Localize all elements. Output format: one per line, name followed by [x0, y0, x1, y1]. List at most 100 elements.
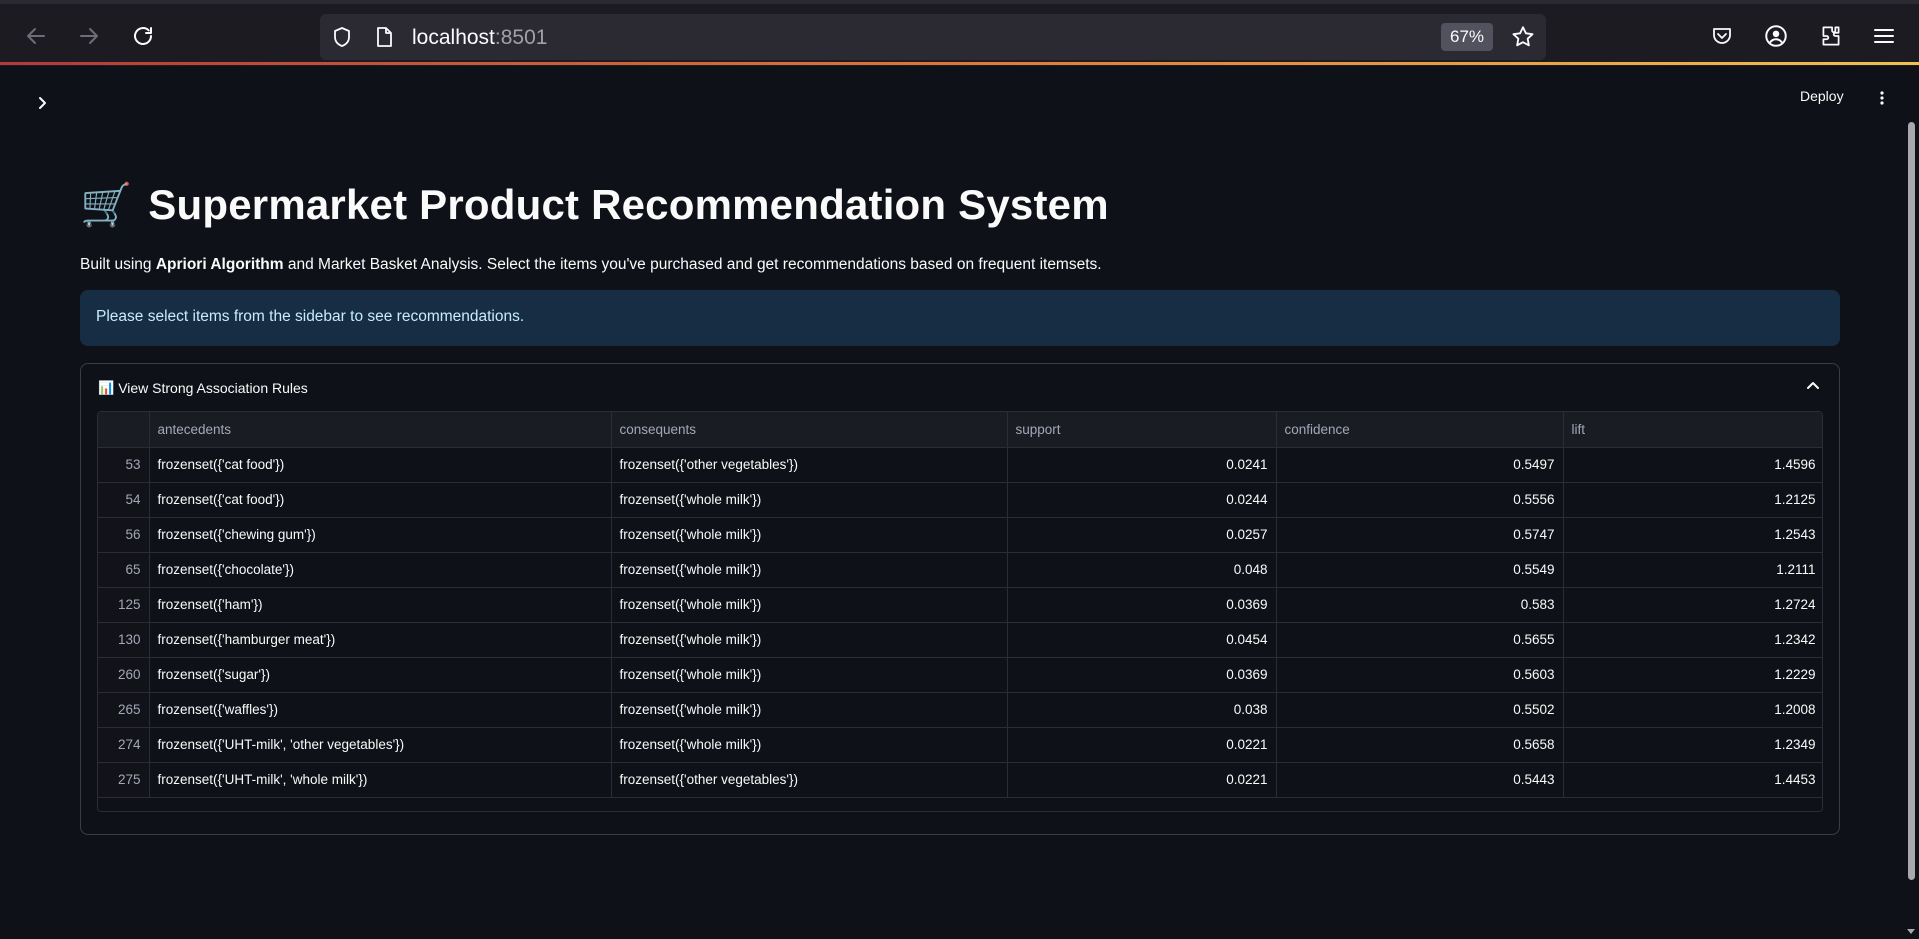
support-cell[interactable]: 0.0241	[1007, 447, 1277, 483]
confidence-cell[interactable]: 0.5655	[1276, 622, 1564, 658]
table-row[interactable]: 65 frozenset({'chocolate'}) frozenset({'wh…	[98, 552, 1822, 588]
table-row[interactable]: 275 frozenset({'UHT-milk', 'whole milk'})…	[98, 762, 1822, 798]
deploy-button[interactable]: Deploy	[1800, 88, 1844, 104]
table-row[interactable]: 56 frozenset({'chewing gum'}) frozenset({'…	[98, 517, 1822, 553]
index-column-header	[98, 412, 150, 448]
antecedents-cell[interactable]: frozenset({'hamburger meat'})	[149, 622, 612, 658]
column-header-consequents[interactable]: consequents	[611, 412, 1008, 448]
table-row[interactable]: 53 frozenset({'cat food'}) frozenset({'oth…	[98, 447, 1822, 483]
antecedents-cell[interactable]: frozenset({'chewing gum'})	[149, 517, 612, 553]
support-cell[interactable]: 0.048	[1007, 552, 1277, 588]
table-row[interactable]: 265 frozenset({'waffles'}) frozenset({'who…	[98, 692, 1822, 728]
confidence-cell[interactable]: 0.5556	[1276, 482, 1564, 518]
account-icon[interactable]	[1763, 23, 1789, 49]
row-index[interactable]: 274	[98, 727, 150, 763]
url-host: localhost	[412, 26, 495, 49]
rules-dataframe[interactable]: antecedents consequents support confiden…	[97, 411, 1823, 812]
antecedents-cell[interactable]: frozenset({'cat food'})	[149, 482, 612, 518]
column-header-confidence[interactable]: confidence	[1276, 412, 1564, 448]
confidence-cell[interactable]: 0.5502	[1276, 692, 1564, 728]
lift-cell[interactable]: 1.2724	[1563, 587, 1822, 623]
back-button[interactable]	[16, 16, 56, 56]
lift-cell[interactable]: 1.2543	[1563, 517, 1822, 553]
antecedents-cell[interactable]: frozenset({'sugar'})	[149, 657, 612, 693]
table-row[interactable]: 130 frozenset({'hamburger meat'}) frozense…	[98, 622, 1822, 658]
row-index[interactable]: 265	[98, 692, 150, 728]
lift-cell[interactable]: 1.2349	[1563, 727, 1822, 763]
reload-button[interactable]	[123, 16, 163, 56]
lift-cell[interactable]: 1.4453	[1563, 762, 1822, 798]
support-cell[interactable]: 0.038	[1007, 692, 1277, 728]
chevron-up-icon[interactable]	[1805, 378, 1821, 394]
sidebar-expand-icon[interactable]	[34, 95, 50, 111]
antecedents-cell[interactable]: frozenset({'UHT-milk', 'whole milk'})	[149, 762, 612, 798]
consequents-cell[interactable]: frozenset({'whole milk'})	[611, 692, 1008, 728]
scrollbar-thumb[interactable]	[1908, 122, 1915, 880]
antecedents-cell[interactable]: frozenset({'waffles'})	[149, 692, 612, 728]
star-icon[interactable]	[1510, 24, 1536, 50]
support-cell[interactable]: 0.0257	[1007, 517, 1277, 553]
consequents-cell[interactable]: frozenset({'whole milk'})	[611, 727, 1008, 763]
consequents-cell[interactable]: frozenset({'whole milk'})	[611, 657, 1008, 693]
support-cell[interactable]: 0.0369	[1007, 587, 1277, 623]
table-row[interactable]: 274 frozenset({'UHT-milk', 'other vegetab…	[98, 727, 1822, 763]
support-cell[interactable]: 0.0244	[1007, 482, 1277, 518]
scroll-down-arrow-icon[interactable]	[1906, 928, 1916, 936]
row-index[interactable]: 125	[98, 587, 150, 623]
column-header-support[interactable]: support	[1007, 412, 1277, 448]
zoom-badge[interactable]: 67%	[1441, 23, 1493, 51]
lift-cell[interactable]: 1.2342	[1563, 622, 1822, 658]
antecedents-cell[interactable]: frozenset({'ham'})	[149, 587, 612, 623]
confidence-cell[interactable]: 0.5658	[1276, 727, 1564, 763]
support-cell[interactable]: 0.0369	[1007, 657, 1277, 693]
lift-cell[interactable]: 1.2229	[1563, 657, 1822, 693]
row-index[interactable]: 275	[98, 762, 150, 798]
row-index[interactable]: 130	[98, 622, 150, 658]
confidence-cell[interactable]: 0.5497	[1276, 447, 1564, 483]
table-row[interactable]: 260 frozenset({'sugar'}) frozenset({'whole…	[98, 657, 1822, 693]
confidence-cell[interactable]: 0.5747	[1276, 517, 1564, 553]
consequents-cell[interactable]: frozenset({'other vegetables'})	[611, 762, 1008, 798]
page-subtitle: Built using Apriori Algorithm and Market…	[80, 256, 1840, 274]
menu-icon[interactable]	[1872, 24, 1896, 48]
confidence-cell[interactable]: 0.5443	[1276, 762, 1564, 798]
consequents-cell[interactable]: frozenset({'whole milk'})	[611, 587, 1008, 623]
antecedents-cell[interactable]: frozenset({'chocolate'})	[149, 552, 612, 588]
antecedents-cell[interactable]: frozenset({'UHT-milk', 'other vegetables…	[149, 727, 612, 763]
consequents-cell[interactable]: frozenset({'whole milk'})	[611, 517, 1008, 553]
pocket-icon[interactable]	[1710, 24, 1734, 48]
forward-button[interactable]	[69, 16, 109, 56]
support-cell[interactable]: 0.0221	[1007, 727, 1277, 763]
subtitle-bold: Apriori Algorithm	[155, 256, 284, 273]
confidence-cell[interactable]: 0.583	[1276, 587, 1564, 623]
row-index[interactable]: 56	[98, 517, 150, 553]
confidence-cell[interactable]: 0.5549	[1276, 552, 1564, 588]
url-port: :8501	[494, 26, 548, 49]
lift-cell[interactable]: 1.2008	[1563, 692, 1822, 728]
expander-header[interactable]: 📊 View Strong Association Rules	[81, 364, 1839, 412]
address-bar[interactable]: localhost:8501 67%	[320, 14, 1546, 60]
support-cell[interactable]: 0.0221	[1007, 762, 1277, 798]
column-header-lift[interactable]: lift	[1563, 412, 1822, 448]
shield-icon	[334, 27, 350, 47]
column-header-antecedents[interactable]: antecedents	[149, 412, 612, 448]
table-row[interactable]: 54 frozenset({'cat food'}) frozenset({'who…	[98, 482, 1822, 518]
antecedents-cell[interactable]: frozenset({'cat food'})	[149, 447, 612, 483]
row-index[interactable]: 53	[98, 447, 150, 483]
row-index[interactable]: 260	[98, 657, 150, 693]
table-row[interactable]: 125 frozenset({'ham'}) frozenset({'whole m…	[98, 587, 1822, 623]
more-options-icon[interactable]	[1874, 90, 1890, 106]
lift-cell[interactable]: 1.4596	[1563, 447, 1822, 483]
consequents-cell[interactable]: frozenset({'whole milk'})	[611, 552, 1008, 588]
rules-table: antecedents consequents support confiden…	[98, 412, 1822, 798]
confidence-cell[interactable]: 0.5603	[1276, 657, 1564, 693]
row-index[interactable]: 54	[98, 482, 150, 518]
extensions-icon[interactable]	[1818, 23, 1844, 49]
consequents-cell[interactable]: frozenset({'whole milk'})	[611, 622, 1008, 658]
lift-cell[interactable]: 1.2111	[1563, 552, 1822, 588]
consequents-cell[interactable]: frozenset({'whole milk'})	[611, 482, 1008, 518]
consequents-cell[interactable]: frozenset({'other vegetables'})	[611, 447, 1008, 483]
support-cell[interactable]: 0.0454	[1007, 622, 1277, 658]
lift-cell[interactable]: 1.2125	[1563, 482, 1822, 518]
row-index[interactable]: 65	[98, 552, 150, 588]
